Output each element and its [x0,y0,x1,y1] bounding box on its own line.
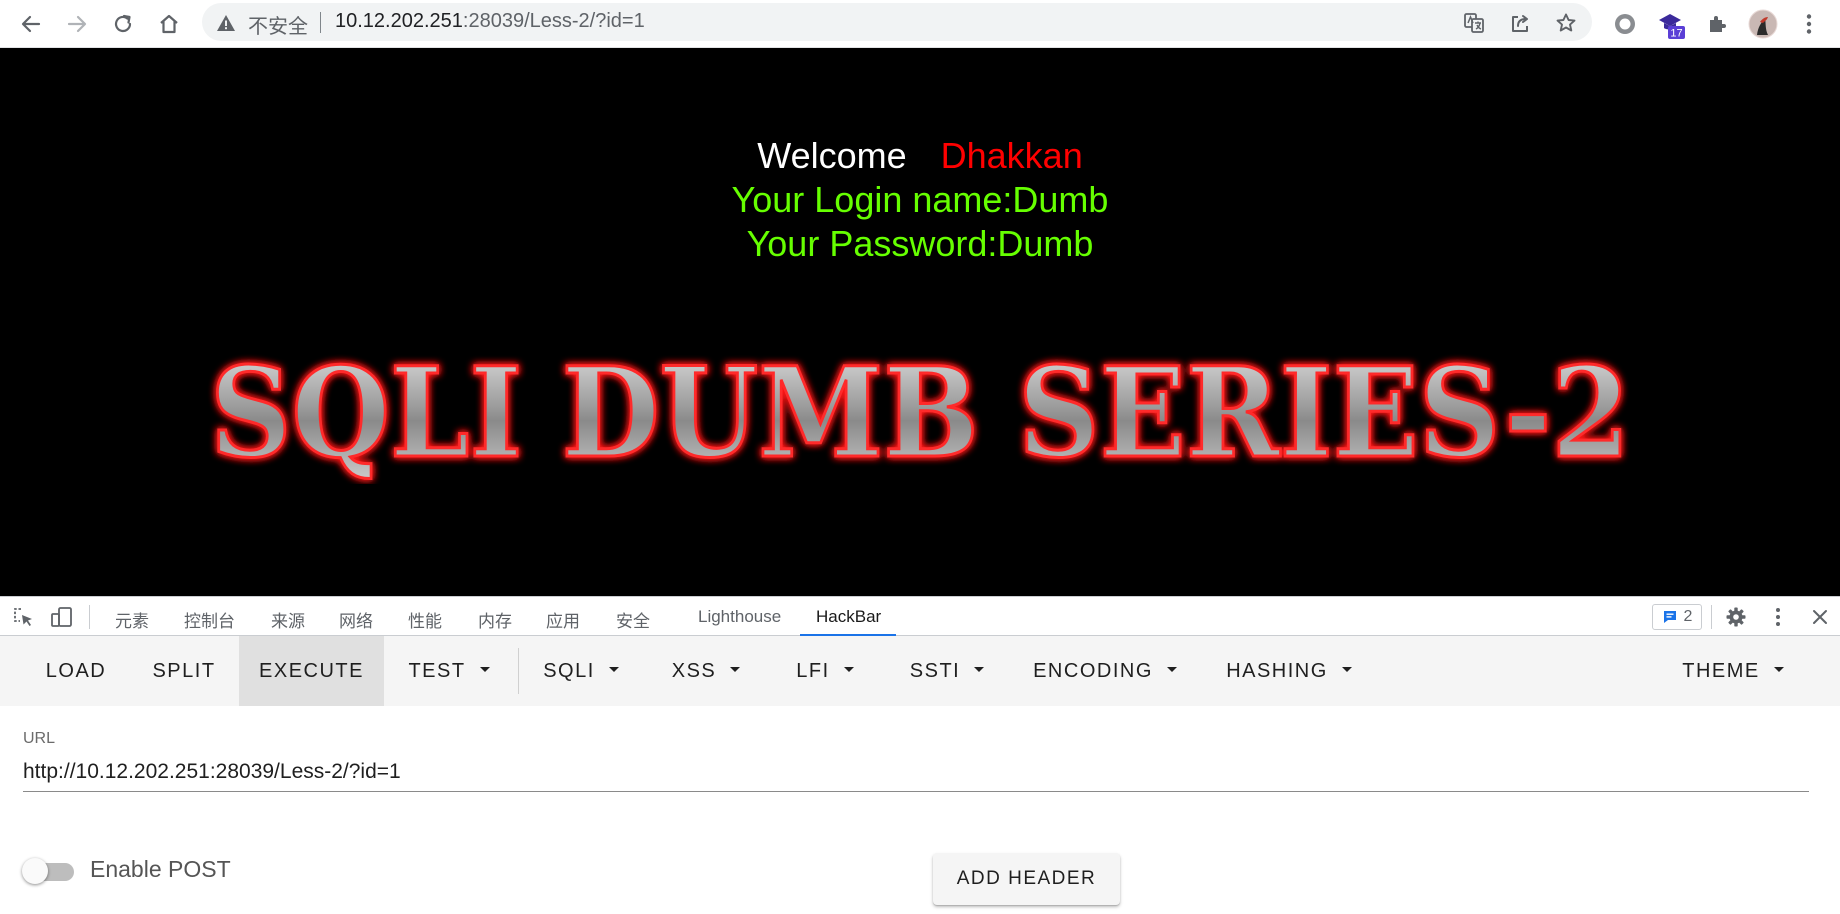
close-icon[interactable] [1808,605,1832,629]
sqli-label: SQLI [543,659,595,682]
devtools-divider-right [1711,605,1712,629]
settings-gear-icon[interactable] [1724,605,1748,629]
url-field-label: URL [23,730,56,747]
split-label: SPLIT [152,659,216,682]
address-bar[interactable]: 不安全 10.12.202.251:28039/Less-2/?id=1 [202,3,1592,41]
xss-dropdown[interactable]: XSS [654,636,758,706]
add-header-label: ADD HEADER [956,868,1097,889]
url-path: :28039/Less-2/?id=1 [462,10,645,32]
security-label[interactable]: 不安全 [248,10,308,39]
chevron-down-icon [1341,666,1352,672]
test-label: TEST [408,659,466,682]
execute-button[interactable]: EXECUTE [239,636,384,706]
load-button[interactable]: LOAD [24,636,128,706]
lfi-label: LFI [796,659,830,682]
ssti-dropdown[interactable]: SSTI [892,636,1002,706]
device-toolbar-icon[interactable] [50,605,74,629]
url-host: 10.12.202.251 [335,10,463,32]
welcome-user: Dhakkan [940,135,1083,176]
ssti-label: SSTI [909,659,961,682]
theme-dropdown[interactable]: THEME [1668,636,1798,706]
tab-application[interactable]: 应用 [546,607,580,632]
menu-separator [518,648,519,694]
tab-security[interactable]: 安全 [616,607,650,632]
address-divider [320,12,321,33]
welcome-text: Welcome [757,135,907,176]
profile-avatar[interactable] [1746,7,1780,41]
xss-label: XSS [671,659,717,682]
lfi-dropdown[interactable]: LFI [776,636,874,706]
message-icon [1663,611,1676,623]
encoding-label: ENCODING [1033,659,1153,682]
extension-badge: 17 [1670,28,1682,40]
devtools-more-icon[interactable] [1766,605,1790,629]
execute-label: EXECUTE [259,659,364,682]
tab-network[interactable]: 网络 [339,607,373,632]
tab-hackbar[interactable]: HackBar [816,607,881,627]
circle-extension-icon[interactable] [1608,7,1642,41]
tab-sources[interactable]: 来源 [271,607,305,632]
tab-memory[interactable]: 内存 [478,607,512,632]
split-button[interactable]: SPLIT [130,636,238,706]
devtools-tab-bar: 元素 控制台 来源 网络 性能 内存 应用 安全 Lighthouse Hack… [0,596,1840,637]
tab-lighthouse[interactable]: Lighthouse [698,607,781,627]
address-url[interactable]: 10.12.202.251:28039/Less-2/?id=1 [335,10,645,33]
forward-icon[interactable] [60,7,94,41]
issues-count: 2 [1683,608,1693,625]
share-icon[interactable] [1508,11,1532,35]
browser-toolbar: 不安全 10.12.202.251:28039/Less-2/?id=1 17 [0,0,1840,48]
puzzle-icon[interactable] [1700,7,1734,41]
issues-badge[interactable]: 2 [1652,604,1702,630]
theme-label: THEME [1682,659,1760,682]
banner-text: SQLI DUMB SERIES-2 [210,344,1630,484]
chevron-down-icon [843,666,854,672]
home-icon[interactable] [152,7,186,41]
chevron-down-icon [608,666,619,672]
hashing-label: HASHING [1226,659,1328,682]
tab-elements[interactable]: 元素 [115,607,149,632]
enable-post-label: Enable POST [90,856,231,882]
chevron-down-icon [1773,666,1784,672]
login-name-text: Your Login name:Dumb [731,179,1109,220]
tab-performance[interactable]: 性能 [408,607,442,632]
sqli-banner-image: SQLI DUMB SERIES-2 [209,344,1632,484]
inspect-element-icon[interactable] [11,605,35,629]
add-header-button[interactable]: ADD HEADER [933,853,1120,905]
enable-post-toggle[interactable] [22,856,78,884]
url-input[interactable] [23,752,1809,792]
hackbar-menu-bar: LOAD SPLIT EXECUTE TEST SQLI XSS LFI SST… [0,636,1840,706]
bookmark-star-icon[interactable] [1554,11,1578,35]
kebab-menu-icon[interactable] [1792,7,1826,41]
password-text: Your Password:Dumb [746,223,1094,264]
load-label: LOAD [45,659,107,682]
devtools-divider [89,605,90,629]
translate-icon[interactable] [1462,11,1486,35]
chevron-down-icon [974,666,985,672]
tab-console[interactable]: 控制台 [184,607,235,632]
reload-icon[interactable] [106,7,140,41]
welcome-line: Welcome Dhakkan [0,134,1840,178]
back-icon[interactable] [14,7,48,41]
page-viewport: Welcome Dhakkan Your Login name:Dumb Your… [0,48,1840,596]
chevron-down-icon [479,666,490,672]
hat-extension-icon[interactable]: 17 [1654,7,1688,41]
chevron-down-icon [1166,666,1177,672]
warning-icon[interactable] [216,13,236,33]
sqli-dropdown[interactable]: SQLI [526,636,636,706]
test-dropdown[interactable]: TEST [386,636,512,706]
hashing-dropdown[interactable]: HASHING [1214,636,1364,706]
toggle-thumb [22,858,48,884]
encoding-dropdown[interactable]: ENCODING [1022,636,1188,706]
chevron-down-icon [730,666,741,672]
